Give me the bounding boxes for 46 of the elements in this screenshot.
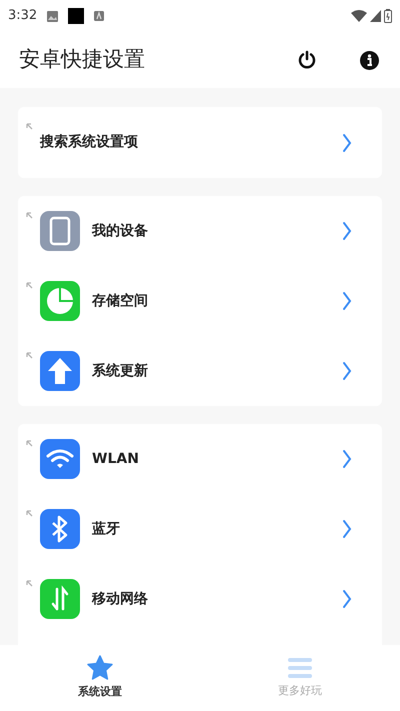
phone-icon xyxy=(40,211,80,251)
shortcut-arrow-icon xyxy=(26,440,33,447)
square-icon xyxy=(68,8,84,24)
settings-row[interactable]: 蓝牙 xyxy=(18,494,382,564)
shortcut-arrow-icon xyxy=(26,123,33,130)
status-time: 3:32 xyxy=(8,7,38,26)
app-notification-icon xyxy=(94,11,104,21)
shortcut-arrow-icon xyxy=(26,352,33,359)
power-icon xyxy=(297,50,317,70)
pie-chart-icon xyxy=(40,281,80,321)
chevron-right-icon xyxy=(342,221,352,241)
cell-signal-icon xyxy=(370,10,381,22)
row-label: 我的设备 xyxy=(92,222,148,240)
chevron-right-icon xyxy=(342,449,352,469)
shortcut-arrow-icon xyxy=(26,580,33,587)
chevron-right-icon xyxy=(342,291,352,311)
shortcut-arrow-icon xyxy=(26,212,33,219)
row-label: 蓝牙 xyxy=(92,520,120,538)
row-label: 系统更新 xyxy=(92,362,148,380)
chevron-right-icon xyxy=(342,361,352,381)
star-icon xyxy=(87,655,113,680)
wifi-signal-icon xyxy=(351,10,367,22)
image-icon xyxy=(47,10,58,22)
row-label: 移动网络 xyxy=(92,590,148,608)
nav-tab[interactable]: 系统设置 xyxy=(0,645,200,711)
battery-icon xyxy=(384,9,392,23)
row-label: 搜索系统设置项 xyxy=(40,133,138,152)
bluetooth-icon xyxy=(40,509,80,549)
settings-row[interactable]: 我的设备 xyxy=(18,196,382,266)
chevron-right-icon xyxy=(342,132,352,152)
shortcut-arrow-icon xyxy=(26,510,33,517)
chevron-right-icon xyxy=(342,519,352,539)
menu-icon xyxy=(288,656,312,679)
chevron-right-icon xyxy=(342,589,352,609)
wifi-icon xyxy=(40,439,80,479)
data-arrows-icon xyxy=(40,579,80,619)
settings-row[interactable]: 搜索系统设置项 xyxy=(18,107,382,178)
row-label: WLAN xyxy=(92,450,139,468)
settings-row[interactable]: 系统更新 xyxy=(18,336,382,406)
row-label: 存储空间 xyxy=(92,292,148,310)
settings-row[interactable]: WLAN xyxy=(18,424,382,494)
info-icon xyxy=(360,50,378,70)
app-title: 安卓快捷设置 xyxy=(19,46,145,74)
settings-row[interactable]: 存储空间 xyxy=(18,266,382,336)
settings-row[interactable]: 移动网络 xyxy=(18,564,382,634)
shortcut-arrow-icon xyxy=(26,282,33,289)
